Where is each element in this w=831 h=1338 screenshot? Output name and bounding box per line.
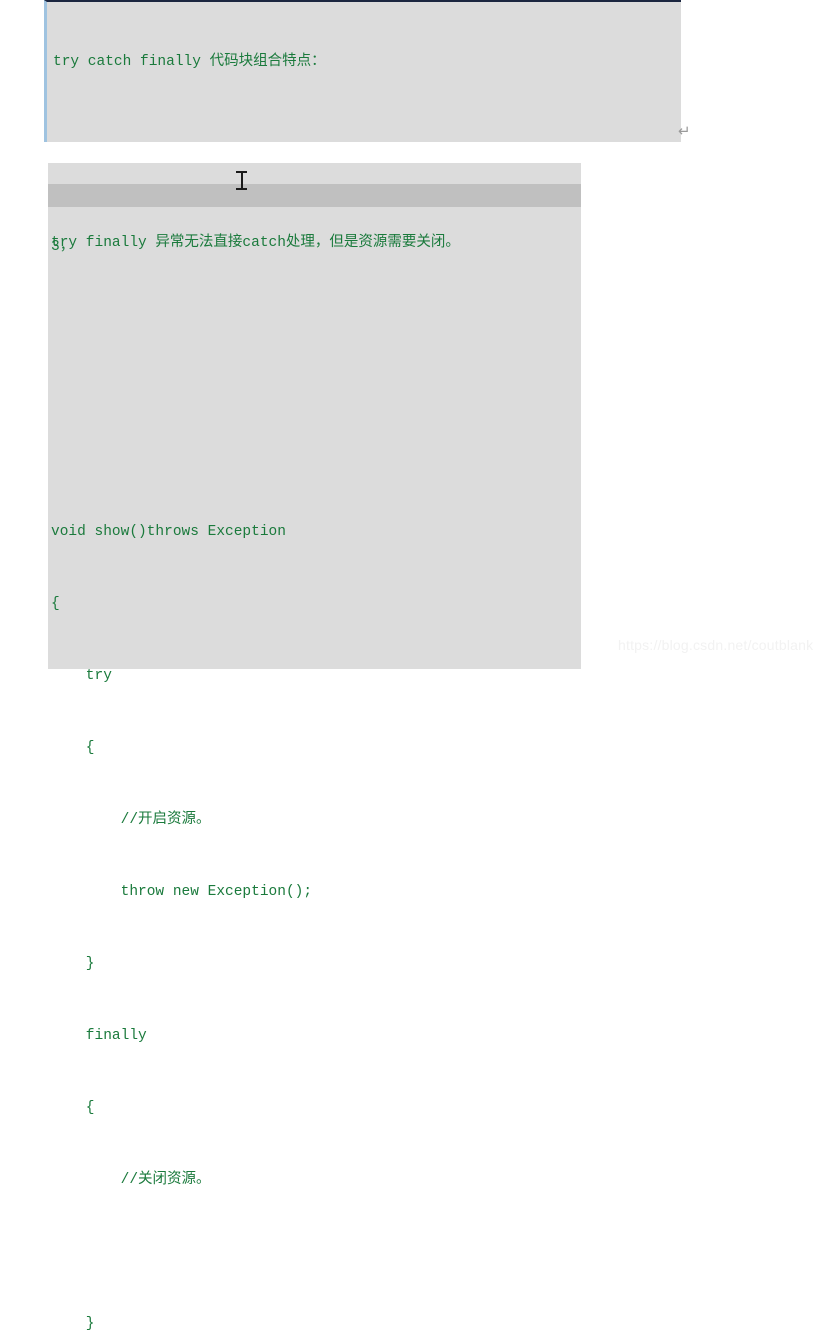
code-block-notes-top[interactable]: try catch finally 代码块组合特点： 1， try catch … (44, 0, 681, 500)
code-line: { (51, 1100, 95, 1116)
paragraph-return-icon: ↵ (678, 122, 691, 140)
selected-code-line-text: try finally 异常无法直接catch处理，但是资源需要关闭。 (51, 235, 460, 251)
code-line: try (51, 668, 112, 684)
code-line: throw new Exception(); (51, 884, 313, 900)
code-line: try catch finally 代码块组合特点： (53, 54, 326, 70)
code-line: { (51, 740, 95, 756)
text-cursor-bottom-cap (236, 188, 247, 190)
code-line: //关闭资源。 (51, 1172, 211, 1188)
selected-code-line[interactable]: try finally 异常无法直接catch处理，但是资源需要关闭。 (48, 184, 581, 251)
text-cursor-icon (236, 170, 247, 191)
code-line: //开启资源。 (51, 812, 211, 828)
watermark-url: https://blog.csdn.net/coutblank (618, 637, 814, 653)
code-line: } (51, 1316, 95, 1332)
code-block-sample-bottom[interactable]: 3， try finally 异常无法直接catch处理，但是资源需要关闭。 v… (48, 163, 581, 1332)
code-line: { (51, 596, 60, 612)
code-line: void show()throws Exception (51, 524, 286, 540)
code-line: finally (51, 1028, 147, 1044)
code-line: } (51, 956, 95, 972)
text-cursor-stem (241, 172, 243, 189)
